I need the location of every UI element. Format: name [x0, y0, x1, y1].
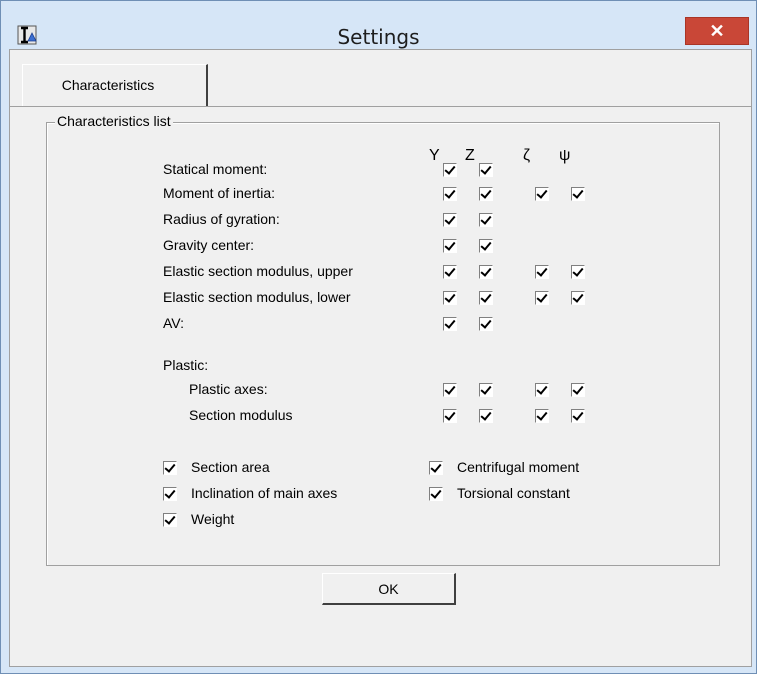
option-label-torsional-constant: Torsional constant [457, 485, 570, 501]
checkbox-elastic-upper-psi[interactable] [571, 265, 585, 279]
checkbox-moment-of-inertia-y[interactable] [443, 187, 457, 201]
group-title: Characteristics list [55, 113, 173, 129]
checkbox-plastic-axes-y[interactable] [443, 383, 457, 397]
checkbox-av-z[interactable] [479, 317, 493, 331]
checkbox-moment-of-inertia-z[interactable] [479, 187, 493, 201]
checkbox-radius-of-gyration-y[interactable] [443, 213, 457, 227]
checkbox-elastic-lower-psi[interactable] [571, 291, 585, 305]
row-label-elastic-lower: Elastic section modulus, lower [163, 289, 351, 305]
close-button[interactable]: ✕ [685, 17, 749, 45]
checkbox-statical-moment-z[interactable] [479, 163, 493, 177]
title-bar[interactable]: Settings ✕ [1, 1, 756, 49]
row-label-gravity-center: Gravity center: [163, 237, 255, 253]
plastic-heading: Plastic: [163, 357, 209, 373]
checkbox-elastic-upper-z[interactable] [479, 265, 493, 279]
row-label-moment-of-inertia: Moment of inertia: [163, 185, 276, 201]
checkbox-elastic-upper-zeta[interactable] [535, 265, 549, 279]
checkbox-plastic-axes-psi[interactable] [571, 383, 585, 397]
checkbox-section-area[interactable] [163, 461, 177, 475]
checkbox-plastic-axes-z[interactable] [479, 383, 493, 397]
checkbox-moment-of-inertia-zeta[interactable] [535, 187, 549, 201]
checkbox-section-modulus-psi[interactable] [571, 409, 585, 423]
option-label-inclination: Inclination of main axes [191, 485, 338, 501]
checkbox-elastic-lower-zeta[interactable] [535, 291, 549, 305]
tab-label: Characteristics [61, 77, 155, 93]
checkbox-section-modulus-z[interactable] [479, 409, 493, 423]
option-label-centrifugal-moment: Centrifugal moment [457, 459, 580, 475]
tab-characteristics[interactable]: Characteristics [22, 64, 208, 106]
row-label-statical-moment: Statical moment: [163, 161, 268, 177]
column-header-zeta: ζ [523, 147, 531, 164]
checkbox-av-y[interactable] [443, 317, 457, 331]
checkbox-gravity-center-y[interactable] [443, 239, 457, 253]
checkbox-gravity-center-z[interactable] [479, 239, 493, 253]
tab-strip-divider [10, 106, 751, 107]
checkbox-inclination[interactable] [163, 487, 177, 501]
column-header-psi: ψ [559, 147, 571, 164]
column-header-z: Z [465, 147, 475, 164]
column-header-y: Y [429, 147, 440, 164]
row-label-plastic-axes: Plastic axes: [189, 381, 268, 397]
row-label-elastic-upper: Elastic section modulus, upper [163, 263, 353, 279]
option-label-section-area: Section area [191, 459, 270, 475]
checkbox-elastic-lower-y[interactable] [443, 291, 457, 305]
checkbox-moment-of-inertia-psi[interactable] [571, 187, 585, 201]
checkbox-section-modulus-zeta[interactable] [535, 409, 549, 423]
checkbox-plastic-axes-zeta[interactable] [535, 383, 549, 397]
checkbox-statical-moment-y[interactable] [443, 163, 457, 177]
option-label-weight: Weight [191, 511, 235, 527]
row-label-av: AV: [163, 315, 185, 331]
checkbox-centrifugal-moment[interactable] [429, 461, 443, 475]
checkbox-elastic-lower-z[interactable] [479, 291, 493, 305]
settings-window: Settings ✕ Characteristics Characteristi… [0, 0, 757, 674]
row-label-radius-of-gyration: Radius of gyration: [163, 211, 280, 227]
checkbox-weight[interactable] [163, 513, 177, 527]
checkbox-radius-of-gyration-z[interactable] [479, 213, 493, 227]
checkbox-elastic-upper-y[interactable] [443, 265, 457, 279]
checkbox-section-modulus-y[interactable] [443, 409, 457, 423]
dialog-client: Characteristics Characteristics list Y Z… [9, 49, 752, 667]
characteristics-group: Characteristics list Y Z ζ ψ Statical mo… [46, 113, 720, 566]
ok-button[interactable]: OK [322, 573, 456, 605]
window-title: Settings [337, 25, 420, 49]
checkbox-torsional-constant[interactable] [429, 487, 443, 501]
row-label-section-modulus: Section modulus [189, 407, 293, 423]
